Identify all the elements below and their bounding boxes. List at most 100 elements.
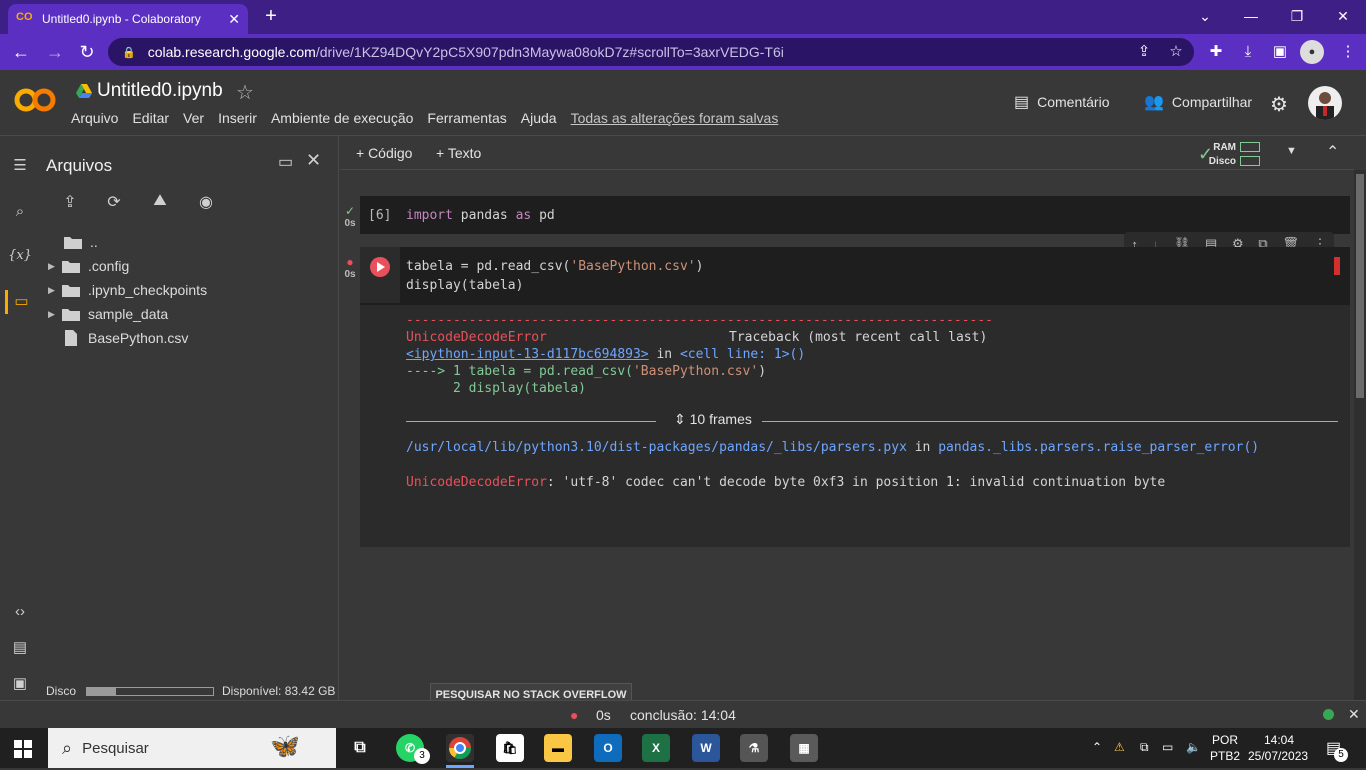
menu-editar[interactable]: Editar [132, 110, 169, 126]
lib-path[interactable]: /usr/local/lib/python3.10/dist-packages/… [406, 440, 907, 455]
add-text-button[interactable]: + Texto [436, 145, 481, 161]
refresh-folder-icon[interactable]: ⟳ [102, 192, 126, 216]
star-icon[interactable]: ☆ [236, 80, 254, 105]
windows-start-icon[interactable] [14, 740, 32, 758]
eye-icon[interactable]: ◉ [194, 192, 218, 216]
files-folder-icon[interactable]: ▭ [5, 290, 35, 314]
outlook-icon[interactable]: O [594, 734, 622, 762]
menu-ajuda[interactable]: Ajuda [521, 110, 557, 126]
avatar[interactable] [1308, 86, 1342, 120]
word-icon[interactable]: W [692, 734, 720, 762]
tree-item-config[interactable]: ▶ .config [48, 258, 129, 274]
download-icon[interactable]: ⤓ [1236, 40, 1260, 64]
volume-icon[interactable]: 🔈 [1186, 740, 1201, 754]
store-icon[interactable]: 🛍 [496, 734, 524, 762]
minimize-icon[interactable]: — [1228, 0, 1274, 34]
chrome-icon[interactable] [446, 734, 474, 762]
terminal-icon[interactable]: ▣ [8, 672, 32, 696]
tree-item-label: .. [90, 234, 98, 250]
frames-toggle[interactable]: ⇕ 10 frames [406, 411, 1338, 431]
gear-icon[interactable]: ⚙ [1270, 92, 1288, 117]
mount-drive-icon[interactable]: ⛰ [148, 192, 172, 216]
close-icon[interactable]: ✕ [306, 150, 321, 171]
meet-now-icon[interactable]: ⧉ [1140, 740, 1149, 755]
browser-tab[interactable]: CO Untitled0.ipynb - Colaboratory ✕ [8, 4, 248, 34]
close-tab-icon[interactable]: ✕ [228, 11, 240, 28]
search-icon[interactable]: ⌕ [8, 200, 32, 224]
battery-icon[interactable]: ▭ [1162, 740, 1173, 754]
clock-date[interactable]: 25/07/2023 [1248, 749, 1308, 763]
caret-right-icon[interactable]: ▶ [48, 261, 62, 272]
runtime-dropdown-icon[interactable]: ▼ [1286, 145, 1297, 157]
file-explorer-icon[interactable]: ▬ [544, 734, 572, 762]
url-input[interactable]: 🔒 colab.research.google.com/drive/1KZ94D… [108, 38, 1194, 66]
scrollbar[interactable] [1354, 170, 1366, 700]
upload-file-icon[interactable]: ⇪ [58, 192, 82, 216]
close-window-icon[interactable]: ✕ [1320, 0, 1366, 34]
code-cell-active[interactable]: ● 0s tabela = pd.read_csv('BasePython.cs… [344, 247, 1350, 305]
code-line[interactable]: tabela = pd.read_csv('BasePython.csv') [406, 259, 703, 274]
restore-icon[interactable]: ❐ [1274, 0, 1320, 34]
scrollbar-thumb[interactable] [1356, 174, 1364, 398]
calculator-icon[interactable]: ▦ [790, 734, 818, 762]
code-keyword: import [406, 208, 453, 223]
toc-icon[interactable]: ☰ [8, 154, 32, 178]
notebook-title-text: Untitled0.ipynb [97, 80, 223, 101]
code-cell[interactable]: ✓ 0s [6] import pandas as pd [344, 196, 1350, 234]
tree-item-label: .ipynb_checkpoints [88, 282, 208, 298]
browser-menu-icon[interactable]: ⋮ [1336, 40, 1360, 64]
language-secondary[interactable]: PTB2 [1210, 749, 1240, 763]
comment-button[interactable]: ▤ Comentário [1014, 92, 1110, 112]
share-button[interactable]: 👥 Compartilhar [1144, 92, 1252, 112]
save-status[interactable]: Todas as alterações foram salvas [571, 110, 779, 126]
new-tab-icon[interactable]: + [258, 4, 284, 30]
resources-indicator[interactable]: RAM Disco [1200, 140, 1260, 168]
ram-label: RAM [1213, 141, 1236, 153]
clock-time[interactable]: 14:04 [1264, 733, 1294, 747]
reload-icon[interactable]: ↻ [74, 40, 100, 64]
sidepanel-icon[interactable]: ▣ [1268, 40, 1292, 64]
extensions-icon[interactable]: ✚ [1204, 40, 1228, 64]
notebook-title[interactable]: Untitled0.ipynb [76, 80, 223, 102]
excel-icon[interactable]: X [642, 734, 670, 762]
error-name: UnicodeDecodeError [406, 330, 547, 345]
profile-avatar[interactable]: ● [1300, 40, 1324, 64]
warning-icon[interactable]: ⚠ [1114, 740, 1125, 754]
chevron-up-icon[interactable]: ⌃ [1326, 142, 1339, 162]
menu-arquivo[interactable]: Arquivo [71, 110, 118, 126]
command-palette-icon[interactable]: ▤ [8, 636, 32, 660]
bookmark-star-icon[interactable]: ☆ [1164, 40, 1188, 64]
taskbar-search-input[interactable]: ⌕ Pesquisar 🦋 [48, 728, 336, 768]
caret-right-icon[interactable]: ▶ [48, 285, 62, 296]
code-line[interactable]: display(tabela) [406, 278, 523, 293]
code-line[interactable]: import pandas as pd [406, 208, 555, 223]
forward-icon[interactable]: → [42, 40, 68, 64]
tree-item-ipynb-checkpoints[interactable]: ▶ .ipynb_checkpoints [48, 282, 207, 298]
cell-line-text: <cell line: 1>() [679, 347, 806, 362]
tree-parent-folder[interactable]: .. [64, 234, 98, 250]
comment-label: Comentário [1037, 94, 1110, 110]
code-text: tabela = pd.read_csv( [406, 259, 571, 274]
app-icon[interactable]: ⚗ [740, 734, 768, 762]
menu-ferramentas[interactable]: Ferramentas [427, 110, 506, 126]
close-icon[interactable]: ✕ [1348, 706, 1360, 723]
expand-panel-icon[interactable]: ▭ [278, 152, 293, 172]
caret-right-icon[interactable]: ▶ [48, 309, 62, 320]
menu-inserir[interactable]: Inserir [218, 110, 257, 126]
add-code-button[interactable]: + Código [356, 145, 412, 161]
language-primary[interactable]: POR [1212, 733, 1238, 747]
tree-item-basepython-csv[interactable]: BasePython.csv [62, 330, 188, 346]
tree-item-sample-data[interactable]: ▶ sample_data [48, 306, 168, 322]
code-snippets-icon[interactable]: ‹› [8, 600, 32, 624]
chevron-up-icon[interactable]: ⌃ [1092, 740, 1102, 754]
menu-ver[interactable]: Ver [183, 110, 204, 126]
task-view-icon[interactable]: ⧉ [346, 734, 374, 762]
variables-icon[interactable]: {x} [8, 244, 32, 268]
colab-logo-icon[interactable] [14, 84, 56, 116]
back-icon[interactable]: ← [8, 40, 34, 64]
share-page-icon[interactable]: ⇪ [1132, 40, 1156, 64]
menu-ambiente[interactable]: Ambiente de execução [271, 110, 413, 126]
tab-search-icon[interactable]: ⌄ [1182, 0, 1228, 34]
run-cell-button[interactable] [360, 247, 400, 303]
ipython-input-link[interactable]: <ipython-input-13-d117bc694893> [406, 347, 649, 362]
